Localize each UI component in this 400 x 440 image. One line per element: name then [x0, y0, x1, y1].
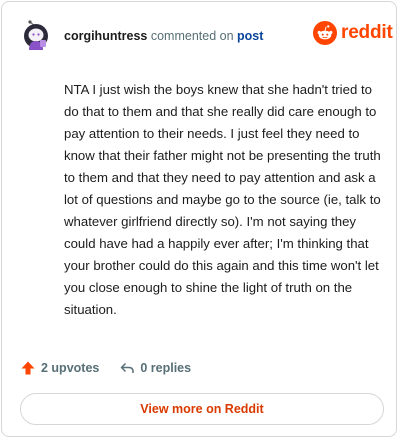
- upvote-count: 2 upvotes: [41, 361, 100, 375]
- action-text: commented on: [150, 29, 234, 43]
- comment-body: NTA I just wish the boys knew that she h…: [64, 82, 381, 317]
- reddit-logo[interactable]: reddit: [313, 21, 393, 45]
- view-more-button[interactable]: View more on Reddit: [20, 393, 384, 425]
- comment-actions: 2 upvotes 0 replies: [20, 360, 191, 376]
- upvote-arrow-icon: [21, 361, 35, 375]
- avatar-icon: [24, 20, 48, 50]
- reddit-snoo-icon: [313, 21, 337, 45]
- reply-arrow-icon: [121, 362, 135, 373]
- comment-header: corgihuntress commented on post: [64, 29, 263, 43]
- reddit-wordmark: reddit: [341, 22, 393, 43]
- reply-count: 0 replies: [140, 361, 192, 375]
- post-link[interactable]: post: [237, 29, 263, 43]
- reply-button[interactable]: 0 replies: [119, 360, 191, 376]
- comment-embed-card: corgihuntress commented on post reddit N…: [1, 1, 397, 437]
- user-avatar[interactable]: [21, 20, 51, 50]
- username-link[interactable]: corgihuntress: [64, 29, 147, 43]
- upvote-button[interactable]: 2 upvotes: [20, 360, 99, 376]
